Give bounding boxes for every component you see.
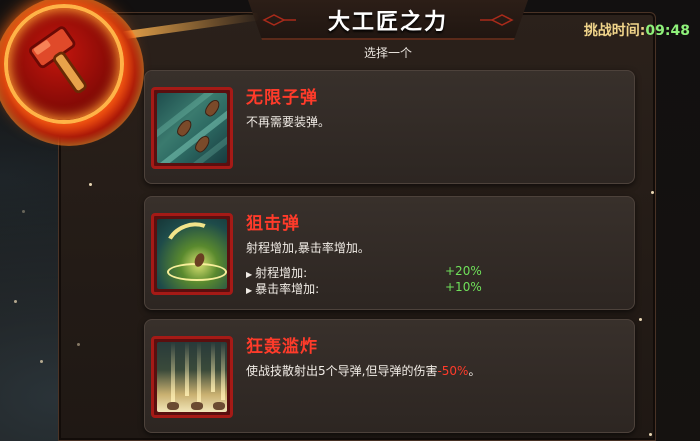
bullet-triangle-icon: ▶ [246,270,253,279]
page-subtitle: 选择一个 [363,46,412,60]
description-text-end: 。 [468,364,481,378]
upgrade-card-sniper-round[interactable]: 狙击弹 射程增加,暴击率增加。 ▶ 射程增加: +20% ▶ 暴击率增加: +10% [144,196,635,310]
stat-value: +10% [445,280,482,294]
card-icon-frame [151,213,233,295]
card-title: 狙击弹 [246,214,300,234]
stat-row-range: ▶ 射程增加: [246,264,307,281]
timer-value: 09:48 [645,23,690,39]
description-text: 使战技散射出5个导弹,但导弹的伤害 [246,364,438,378]
card-title: 狂轰滥炸 [246,337,318,357]
stat-label: 暴击率增加: [255,282,320,296]
card-description: 射程增加,暴击率增加。 [246,241,370,255]
stat-label: 射程增加: [255,266,308,280]
bullet-triangle-icon: ▶ [246,286,253,295]
card-description: 不再需要装弹。 [246,115,331,129]
stat-row-crit-rate: ▶ 暴击率增加: [246,280,319,297]
sniper-bullet-icon [157,219,227,289]
damage-penalty-value: -50% [437,364,469,378]
card-icon-frame [151,87,233,169]
page-title: 大工匠之力 [327,10,448,35]
card-icon-frame [151,336,233,418]
missile-barrage-icon [157,342,227,412]
card-title: 无限子弹 [246,88,318,108]
upgrade-card-bombardment[interactable]: 狂轰滥炸 使战技散射出5个导弹,但导弹的伤害-50%。 [144,319,635,433]
stat-value: +20% [445,264,482,278]
timer-label: 挑战时间: [583,23,646,39]
challenge-timer: 挑战时间:09:48 [584,20,690,40]
card-description: 使战技散射出5个导弹,但导弹的伤害-50%。 [246,362,480,379]
skill-orb-core [4,4,124,124]
upgrade-card-infinite-ammo[interactable]: 无限子弹 不再需要装弹。 [144,70,635,184]
flying-bullets-icon [157,93,227,163]
hammer-icon [29,26,87,94]
